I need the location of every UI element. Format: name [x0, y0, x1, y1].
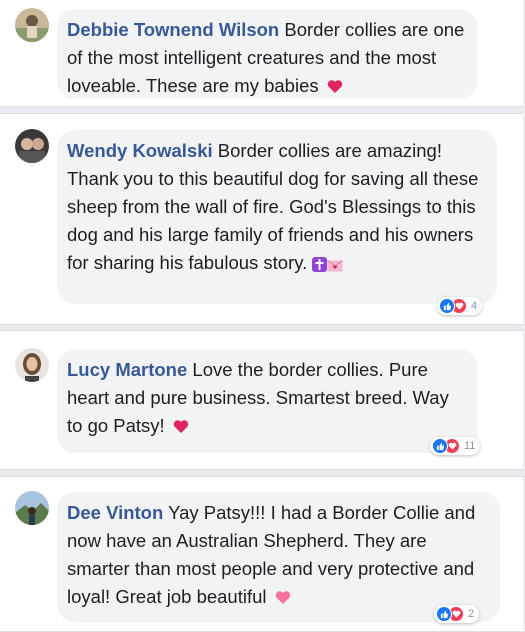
comment-bubble: Lucy Martone Love the border collies. Pu…: [57, 349, 477, 453]
avatar[interactable]: [15, 8, 49, 42]
pink-heart-icon: [275, 591, 290, 604]
comment-author[interactable]: Lucy Martone: [67, 359, 187, 380]
comment-card: Dee Vinton Yay Patsy!!! I had a Border C…: [0, 476, 523, 632]
avatar[interactable]: [15, 491, 49, 525]
red-heart-icon: [327, 80, 342, 93]
comment-author[interactable]: Debbie Townend Wilson: [67, 19, 279, 40]
comment-bubble: Dee Vinton Yay Patsy!!! I had a Border C…: [57, 492, 500, 622]
cross-and-love-letter-icons: [312, 252, 344, 280]
comment-card: Debbie Townend Wilson Border collies are…: [0, 0, 523, 107]
like-icon: [436, 606, 452, 622]
comment-bubble: Debbie Townend Wilson Border collies are…: [57, 9, 477, 99]
like-icon: [439, 298, 455, 314]
like-icon: [432, 438, 448, 454]
comment-author[interactable]: Wendy Kowalski: [67, 140, 213, 161]
reaction-summary[interactable]: 11: [430, 437, 481, 455]
reaction-summary[interactable]: 2: [434, 605, 480, 623]
reaction-summary[interactable]: 4: [437, 297, 483, 315]
avatar[interactable]: [15, 129, 49, 163]
red-heart-icon: [173, 420, 189, 433]
latin-cross-icon: [312, 257, 328, 272]
reaction-count: 4: [471, 300, 478, 312]
reaction-count: 11: [464, 440, 476, 452]
comment-card: Wendy Kowalski Border collies are amazin…: [0, 113, 523, 325]
reaction-count: 2: [468, 608, 475, 620]
comment-author[interactable]: Dee Vinton: [67, 502, 163, 523]
avatar[interactable]: [15, 348, 49, 382]
love-letter-icon: [327, 260, 344, 272]
comment-bubble: Wendy Kowalski Border collies are amazin…: [57, 130, 497, 304]
comment-card: Lucy Martone Love the border collies. Pu…: [0, 330, 523, 470]
